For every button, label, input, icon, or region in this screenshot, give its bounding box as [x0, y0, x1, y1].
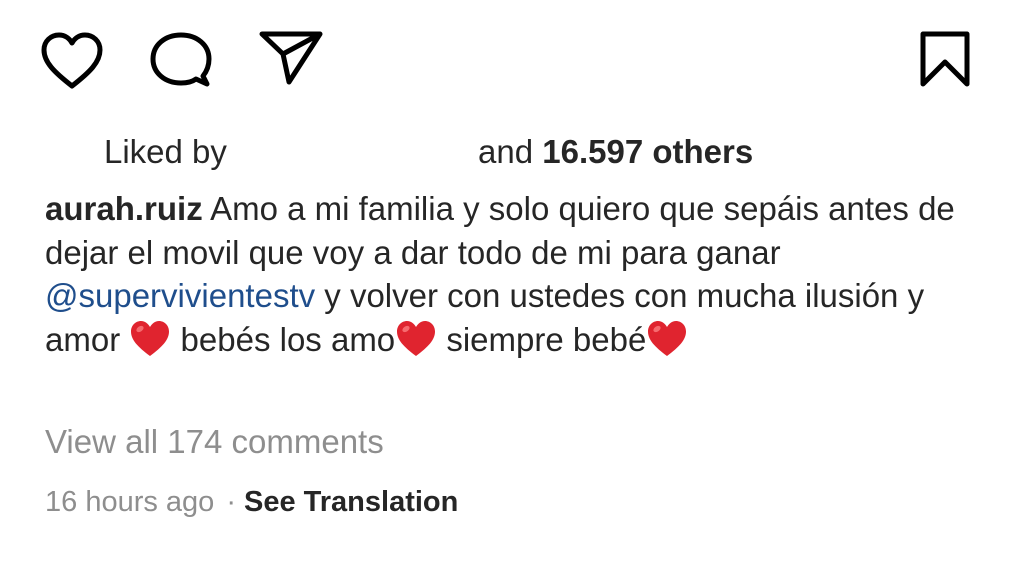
view-all-comments-link[interactable]: View all 174 comments	[45, 420, 384, 464]
liked-by-label: Liked by	[104, 133, 227, 170]
and-label: and	[478, 133, 534, 170]
red-heart-emoji-icon	[648, 320, 687, 356]
red-heart-emoji-icon	[397, 320, 436, 356]
meta-separator: ·	[226, 486, 236, 518]
others-count[interactable]: and 16.597 others	[478, 130, 753, 174]
post-timestamp: 16 hours ago	[45, 486, 215, 518]
caption-text: siempre bebé	[446, 320, 647, 358]
mention-link[interactable]: @supervivientestv	[45, 277, 315, 314]
red-heart-emoji-icon	[131, 320, 170, 356]
paper-plane-icon[interactable]	[258, 30, 324, 86]
likes-summary: Liked by and 16.597 others	[0, 130, 1024, 174]
post-meta: 16 hours ago · See Translation	[45, 480, 458, 524]
comment-bubble-icon[interactable]	[148, 32, 212, 90]
author-username[interactable]: aurah.ruiz	[45, 190, 203, 227]
see-translation-button[interactable]: See Translation	[244, 486, 458, 518]
post-action-bar	[0, 0, 1024, 110]
post-caption: aurah.ruiz Amo a mi familia y solo quier…	[45, 187, 990, 361]
bookmark-icon[interactable]	[918, 31, 972, 87]
caption-text: bebés los amo	[180, 320, 396, 358]
heart-outline-icon[interactable]	[40, 32, 104, 90]
likes-count: 16.597 others	[542, 133, 754, 170]
